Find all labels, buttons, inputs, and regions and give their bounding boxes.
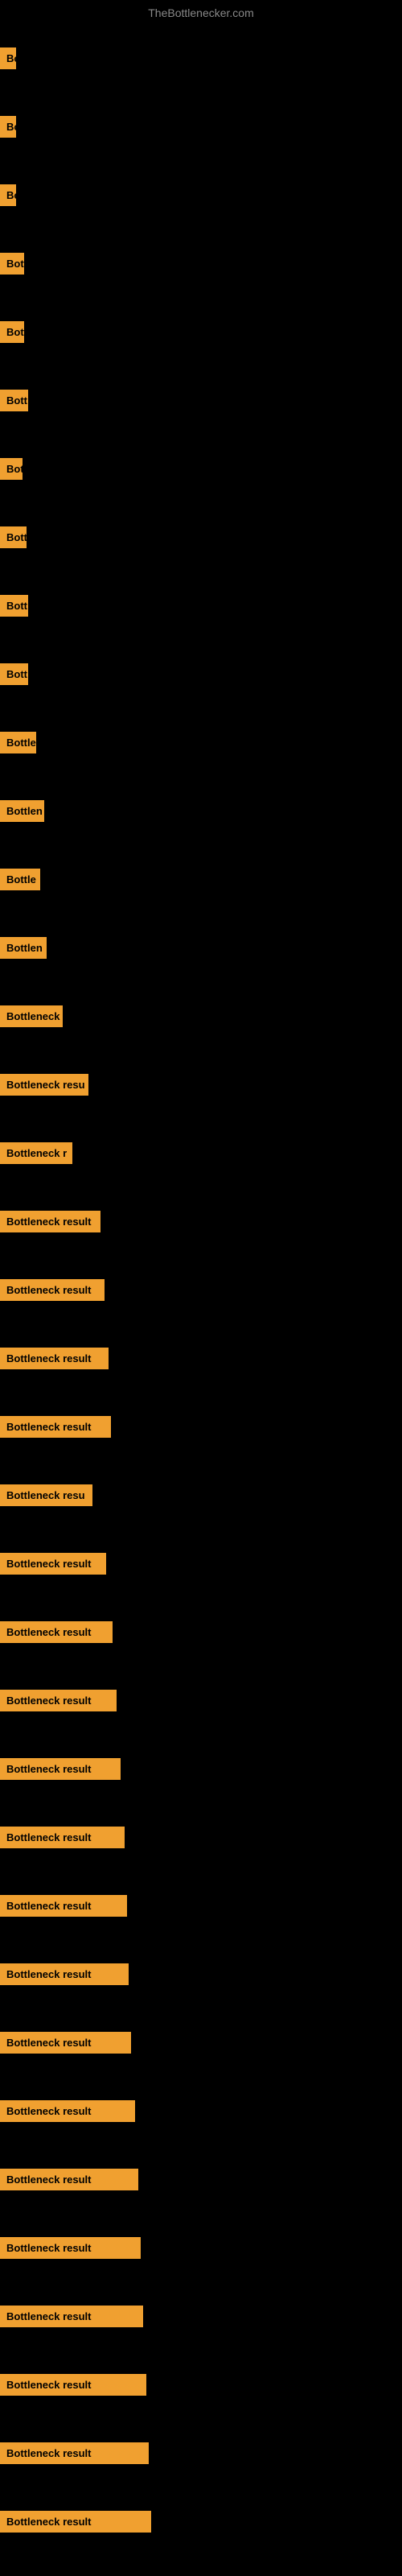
bottleneck-label: Bottleneck	[0, 1005, 63, 1027]
bottleneck-label: Bot	[0, 458, 23, 480]
bottleneck-label: Bottle	[0, 869, 40, 890]
list-item: Bottle	[0, 708, 402, 777]
bottleneck-label: Bottleneck result	[0, 1211, 100, 1232]
bottleneck-label: Bottleneck result	[0, 2100, 135, 2122]
bottleneck-label: Bottleneck result	[0, 1621, 113, 1643]
list-item: Bot	[0, 435, 402, 503]
list-item: Bottlen	[0, 914, 402, 982]
bottleneck-label: Bottleneck result	[0, 1279, 105, 1301]
list-item: Bottleneck r	[0, 1119, 402, 1187]
list-item: Bottleneck result	[0, 1803, 402, 1872]
list-item: Bottle	[0, 845, 402, 914]
list-item: Bottleneck result	[0, 2008, 402, 2077]
list-item: Bott	[0, 229, 402, 298]
list-item: Bo	[0, 24, 402, 93]
list-item: Bottleneck result	[0, 2145, 402, 2214]
bottleneck-label: Bottleneck result	[0, 1895, 127, 1917]
bottleneck-label: Bott	[0, 253, 24, 275]
list-item: Bott	[0, 366, 402, 435]
bottleneck-label: Bottleneck result	[0, 2169, 138, 2190]
bottleneck-label: Bottleneck result	[0, 2032, 131, 2054]
bottleneck-label: Bott	[0, 321, 24, 343]
site-title: TheBottlenecker.com	[0, 0, 402, 23]
list-item: Bottleneck result	[0, 1256, 402, 1324]
bottleneck-label: Bottleneck result	[0, 2306, 143, 2327]
list-item: Bo	[0, 93, 402, 161]
bottleneck-label: Bottlen	[0, 800, 44, 822]
list-item: Bott	[0, 298, 402, 366]
list-item: Bottlen	[0, 777, 402, 845]
list-item: Bottleneck result	[0, 1872, 402, 1940]
list-item: Bottleneck result	[0, 1598, 402, 1666]
bottleneck-label: Bottleneck result	[0, 1416, 111, 1438]
bottleneck-label: Bottleneck result	[0, 1553, 106, 1575]
bottleneck-label: Bottleneck result	[0, 1690, 117, 1711]
list-item: Bottleneck resu	[0, 1461, 402, 1530]
list-item: Bott	[0, 503, 402, 572]
bottleneck-label: Bottleneck resu	[0, 1074, 88, 1096]
bottleneck-label: Bo	[0, 184, 16, 206]
bottleneck-label: Bottleneck result	[0, 1963, 129, 1985]
list-item: Bottleneck resu	[0, 1051, 402, 1119]
list-item: Bottleneck result	[0, 2487, 402, 2556]
bottleneck-label: Bott	[0, 390, 28, 411]
list-item: Bottleneck result	[0, 2214, 402, 2282]
bottleneck-label: Bottle	[0, 732, 36, 753]
list-item: Bott	[0, 572, 402, 640]
bottleneck-label: Bottleneck result	[0, 1348, 109, 1369]
bottleneck-label: Bottlen	[0, 937, 47, 959]
bottleneck-label: Bo	[0, 116, 16, 138]
bottleneck-label: Bo	[0, 47, 16, 69]
list-item: Bottleneck result	[0, 1187, 402, 1256]
list-item: Bottleneck result	[0, 1735, 402, 1803]
list-item: Bottleneck result	[0, 1666, 402, 1735]
bottleneck-label: Bottleneck result	[0, 2442, 149, 2464]
bottleneck-label: Bottleneck resu	[0, 1484, 92, 1506]
bottleneck-label: Bott	[0, 663, 28, 685]
list-item: Bottleneck result	[0, 1940, 402, 2008]
list-item: Bottleneck result	[0, 2351, 402, 2419]
list-item: Bottleneck result	[0, 1530, 402, 1598]
bottleneck-label: Bottleneck result	[0, 2237, 141, 2259]
bottleneck-label: Bott	[0, 526, 27, 548]
list-item: Bottleneck result	[0, 2419, 402, 2487]
list-item: Bottleneck result	[0, 1393, 402, 1461]
bottleneck-label: Bottleneck result	[0, 2511, 151, 2533]
list-item: Bottleneck result	[0, 2077, 402, 2145]
bottleneck-label: Bottleneck result	[0, 2374, 146, 2396]
list-item: Bottleneck result	[0, 2282, 402, 2351]
list-item: Bottleneck	[0, 982, 402, 1051]
list-item: Bo	[0, 161, 402, 229]
bottleneck-label: Bott	[0, 595, 28, 617]
list-item: Bottleneck result	[0, 1324, 402, 1393]
list-item: Bott	[0, 640, 402, 708]
bottleneck-label: Bottleneck result	[0, 1827, 125, 1848]
bottleneck-label: Bottleneck result	[0, 1758, 121, 1780]
bottleneck-label: Bottleneck r	[0, 1142, 72, 1164]
items-container: Bo Bo Bo Bott Bott Bott Bot Bott Bott Bott Bottle B…	[0, 24, 402, 2556]
